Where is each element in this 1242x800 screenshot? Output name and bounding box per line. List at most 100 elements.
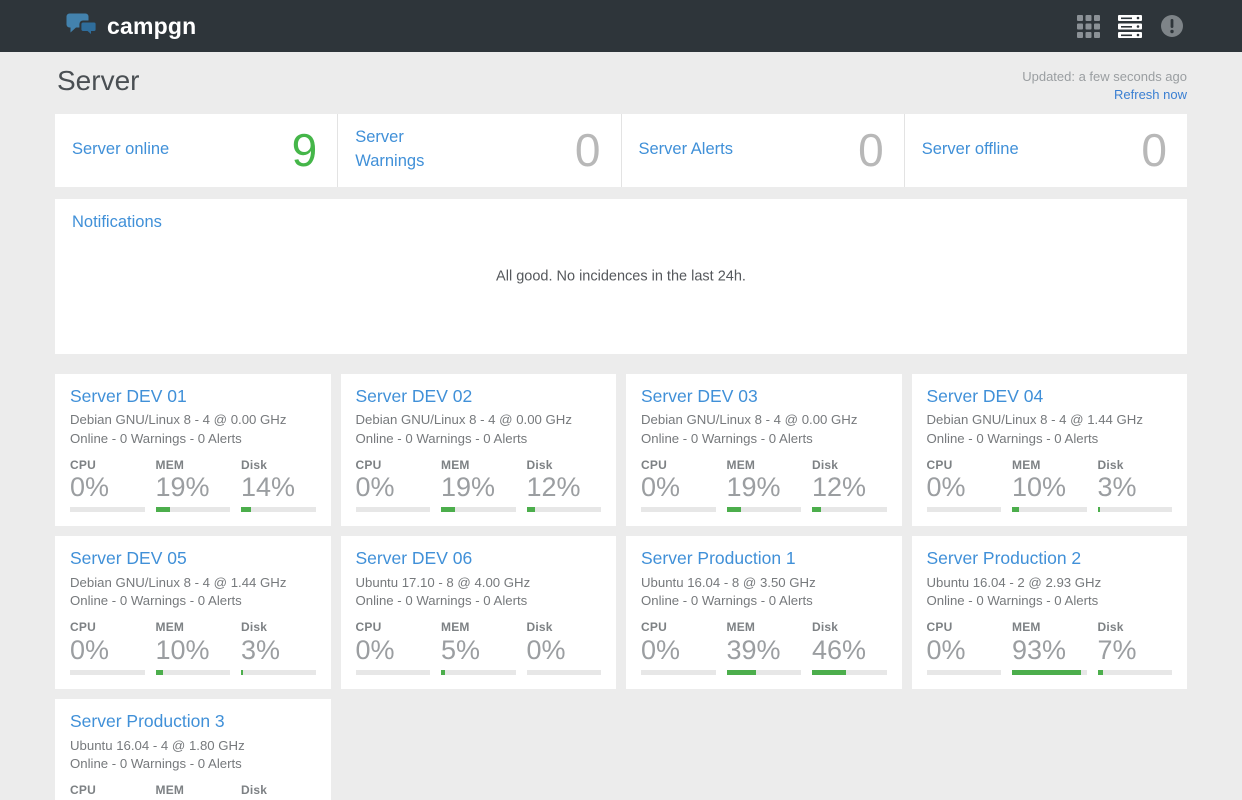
metric-value: 0% [927,472,1002,503]
metric-value: 19% [727,472,802,503]
server-status: Online - 0 Warnings - 0 Alerts [927,430,1173,448]
metric-bar [641,670,716,675]
server-name[interactable]: Server DEV 02 [356,385,473,408]
server-os: Debian GNU/Linux 8 - 4 @ 0.00 GHz [356,411,602,429]
metric-bar-fill [727,507,741,512]
stat-item[interactable]: Server Alerts 0 [621,114,904,187]
server-name[interactable]: Server DEV 03 [641,385,758,408]
notifications-title: Notifications [55,199,162,232]
server-name[interactable]: Server Production 3 [70,710,225,733]
server-name[interactable]: Server DEV 04 [927,385,1044,408]
apps-grid-icon[interactable] [1075,13,1101,39]
brand-logo[interactable]: campgn [66,12,196,41]
server-name[interactable]: Server Production 1 [641,547,796,570]
metric-label: MEM [727,458,802,472]
metric-value: 0% [70,472,145,503]
server-card: Server Production 2 Ubuntu 16.04 - 2 @ 2… [912,536,1188,689]
server-card: Server DEV 04 Debian GNU/Linux 8 - 4 @ 1… [912,374,1188,527]
metric-value: 0% [356,472,431,503]
metric-label: CPU [356,620,431,634]
metric-bar [241,507,316,512]
server-status: Online - 0 Warnings - 0 Alerts [70,755,316,773]
update-info: Updated: a few seconds ago Refresh now [1022,66,1187,104]
server-status: Online - 0 Warnings - 0 Alerts [356,430,602,448]
metric-label: MEM [156,620,231,634]
metric-cpu: CPU 0% [356,620,431,674]
server-status: Online - 0 Warnings - 0 Alerts [641,592,887,610]
metric-bar-fill [441,670,445,675]
metric-mem: MEM 19% [727,458,802,512]
servers-icon[interactable] [1117,13,1143,39]
server-name[interactable]: Server DEV 06 [356,547,473,570]
metric-disk: Disk 0% [527,620,602,674]
metric-disk: Disk 3% [1098,458,1173,512]
metric-value: 3% [241,635,316,666]
metric-disk: Disk 12% [812,458,887,512]
metric-label: MEM [727,620,802,634]
metric-label: MEM [441,620,516,634]
metric-bar-fill [527,507,536,512]
stat-label: Server offline [922,138,1034,162]
metric-value: 93% [1012,635,1087,666]
server-metrics: CPU 0% MEM 5% Disk 0% [356,620,602,674]
server-metrics: CPU 0% MEM 10% Disk 3% [70,620,316,674]
server-card: Server DEV 05 Debian GNU/Linux 8 - 4 @ 1… [55,536,331,689]
server-name[interactable]: Server DEV 05 [70,547,187,570]
metric-label: Disk [241,458,316,472]
metric-value: 0% [641,635,716,666]
server-os: Ubuntu 17.10 - 8 @ 4.00 GHz [356,574,602,592]
stats-bar: Server online 9 Server Warnings 0 Server… [55,114,1187,187]
metric-label: Disk [1098,458,1173,472]
metric-bar [70,670,145,675]
topbar-icon-group [1075,13,1185,39]
metric-bar [727,670,802,675]
server-os: Ubuntu 16.04 - 2 @ 2.93 GHz [927,574,1173,592]
metric-label: MEM [1012,458,1087,472]
server-os: Debian GNU/Linux 8 - 4 @ 1.44 GHz [927,411,1173,429]
stat-value: 9 [292,127,318,173]
server-status: Online - 0 Warnings - 0 Alerts [70,430,316,448]
stat-item[interactable]: Server offline 0 [904,114,1187,187]
metric-disk: Disk 46% [812,620,887,674]
server-card: Server DEV 02 Debian GNU/Linux 8 - 4 @ 0… [341,374,617,527]
refresh-now-link[interactable]: Refresh now [1114,86,1187,104]
metric-value: 0% [527,635,602,666]
metric-cpu: CPU 0% [927,620,1002,674]
metric-bar [156,670,231,675]
metric-cpu: CPU 0% [927,458,1002,512]
stat-item[interactable]: Server Warnings 0 [337,114,620,187]
metric-bar-fill [241,507,251,512]
metric-value: 0% [927,635,1002,666]
server-name[interactable]: Server Production 2 [927,547,1082,570]
stat-label: Server online [72,138,184,162]
metric-disk: Disk 7% [1098,620,1173,674]
chat-bubbles-logo-icon [66,12,99,41]
metric-cpu: CPU 0% [70,620,145,674]
alerts-icon[interactable] [1159,13,1185,39]
metric-bar-fill [812,507,821,512]
metric-value: 0% [641,472,716,503]
metric-bar [927,507,1002,512]
metric-value: 7% [1098,635,1173,666]
metric-cpu: CPU 0% [70,458,145,512]
server-card: Server DEV 03 Debian GNU/Linux 8 - 4 @ 0… [626,374,902,527]
metric-bar [241,670,316,675]
server-status: Online - 0 Warnings - 0 Alerts [927,592,1173,610]
metric-bar-fill [1012,507,1019,512]
metric-bar [156,507,231,512]
server-name[interactable]: Server DEV 01 [70,385,187,408]
metric-value: 19% [441,472,516,503]
metric-label: CPU [927,620,1002,634]
metric-disk: Disk 3% [241,620,316,674]
stat-item[interactable]: Server online 9 [55,114,337,187]
metric-bar [70,507,145,512]
metric-bar-fill [812,670,846,675]
metric-mem: MEM 19% [441,458,516,512]
metric-label: CPU [70,620,145,634]
metric-value: 12% [527,472,602,503]
metric-mem: MEM 93% [1012,620,1087,674]
metric-disk: Disk 12% [527,458,602,512]
metric-label: Disk [527,620,602,634]
metric-label: Disk [812,620,887,634]
metric-bar [727,507,802,512]
